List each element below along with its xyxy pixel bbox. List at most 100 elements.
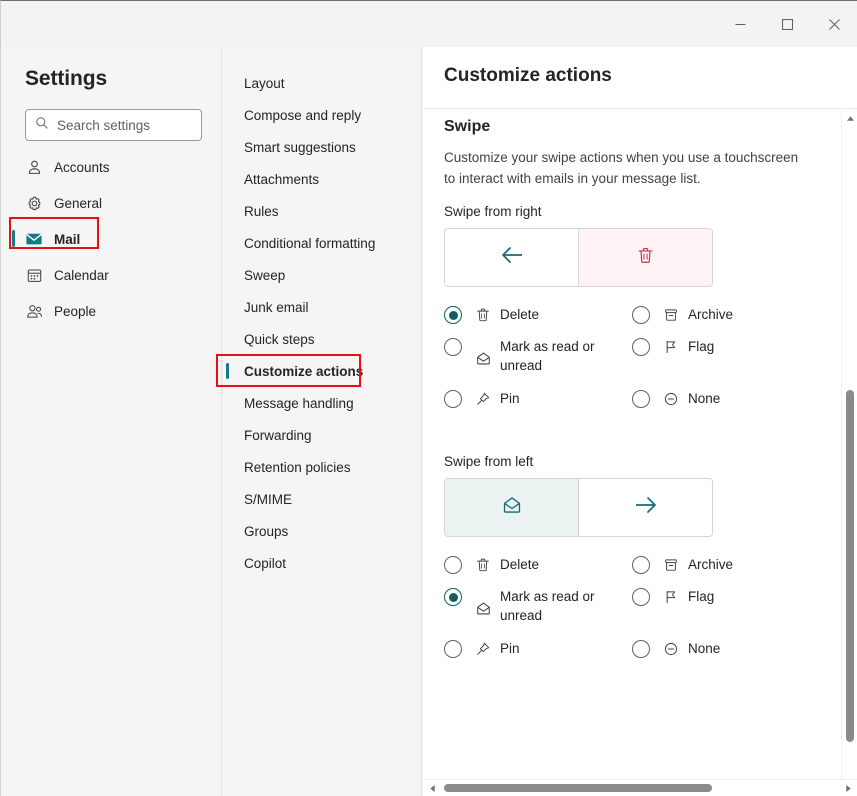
envelope-open-icon	[474, 349, 492, 367]
nav-item-junk-email[interactable]: Junk email	[231, 291, 414, 323]
radio-option-none-left[interactable]: None	[632, 639, 720, 658]
radio-label: Mark as read or unread	[500, 587, 596, 625]
nav-item-sweep[interactable]: Sweep	[231, 259, 414, 291]
radio-indicator[interactable]	[632, 306, 650, 324]
vertical-scrollbar[interactable]	[841, 110, 857, 796]
pin-icon	[474, 640, 492, 658]
swipe-preview-arrow-cell	[579, 479, 712, 536]
sidebar-item-label: Mail	[54, 232, 80, 247]
nav-item-customize-actions[interactable]: Customize actions	[231, 355, 414, 387]
sidebar-item-label: People	[54, 304, 96, 319]
nav-item-label: Message handling	[244, 396, 354, 411]
nav-item-smart-suggestions[interactable]: Smart suggestions	[231, 131, 414, 163]
flag-icon	[662, 588, 680, 606]
close-button[interactable]	[811, 1, 857, 47]
sidebar-item-mail[interactable]: Mail	[13, 223, 210, 255]
nav-item-layout[interactable]: Layout	[231, 67, 414, 99]
radio-label: Flag	[688, 587, 714, 606]
swipe-section-heading: Swipe	[444, 118, 490, 136]
radio-label: None	[688, 389, 720, 408]
nav-item-smime[interactable]: S/MIME	[231, 483, 414, 515]
nav-item-rules[interactable]: Rules	[231, 195, 414, 227]
radio-option-mark-as-read-or-unread-left[interactable]: Mark as read or unread	[444, 587, 596, 625]
radio-indicator[interactable]	[444, 390, 462, 408]
minimize-button[interactable]	[717, 1, 764, 47]
nav-item-label: Copilot	[244, 556, 286, 571]
radio-indicator[interactable]	[632, 390, 650, 408]
radio-indicator[interactable]	[632, 556, 650, 574]
nav-item-label: Quick steps	[244, 332, 315, 347]
radio-indicator[interactable]	[444, 338, 462, 356]
sidebar-item-accounts[interactable]: Accounts	[13, 151, 210, 183]
swipe-from-right-options: Delete Archive	[444, 305, 844, 415]
scroll-up-arrow[interactable]	[842, 110, 857, 127]
radio-label: Pin	[500, 639, 520, 658]
sidebar-item-label: Calendar	[54, 268, 109, 283]
swipe-from-left-preview	[444, 478, 713, 537]
main-title: Customize actions	[444, 65, 612, 87]
nav-item-conditional-formatting[interactable]: Conditional formatting	[231, 227, 414, 259]
radio-label: Mark as read or unread	[500, 337, 596, 375]
nav-item-compose-and-reply[interactable]: Compose and reply	[231, 99, 414, 131]
sidebar-item-people[interactable]: People	[13, 295, 210, 327]
person-icon	[25, 158, 43, 176]
swipe-preview-action-cell	[579, 229, 712, 286]
horizontal-scrollbar[interactable]	[423, 779, 857, 796]
nav-item-quick-steps[interactable]: Quick steps	[231, 323, 414, 355]
pin-icon	[474, 390, 492, 408]
radio-option-archive-left[interactable]: Archive	[632, 555, 733, 574]
search-icon	[35, 116, 49, 135]
sidebar-item-general[interactable]: General	[13, 187, 210, 219]
sidebar-item-label: General	[54, 196, 102, 211]
arrow-right-icon	[634, 495, 658, 520]
radio-option-mark-as-read-or-unread-right[interactable]: Mark as read or unread	[444, 337, 596, 375]
nav-item-copilot[interactable]: Copilot	[231, 547, 414, 579]
sidebar-item-calendar[interactable]: Calendar	[13, 259, 210, 291]
radio-label: Delete	[500, 555, 539, 574]
radio-indicator[interactable]	[632, 640, 650, 658]
radio-option-flag-right[interactable]: Flag	[632, 337, 714, 356]
nav-item-label: Retention policies	[244, 460, 351, 475]
radio-indicator[interactable]	[444, 306, 462, 324]
vertical-scroll-thumb[interactable]	[846, 390, 854, 742]
window-controls	[717, 1, 857, 47]
nav-item-attachments[interactable]: Attachments	[231, 163, 414, 195]
scroll-right-arrow[interactable]	[840, 780, 857, 796]
radio-option-delete-right[interactable]: Delete	[444, 305, 539, 324]
trash-icon	[636, 246, 655, 270]
gear-icon	[25, 194, 43, 212]
arrow-left-icon	[500, 245, 524, 270]
radio-indicator[interactable]	[444, 640, 462, 658]
mail-settings-list: Layout Compose and reply Smart suggestio…	[223, 67, 422, 579]
flag-icon	[662, 338, 680, 356]
radio-indicator[interactable]	[444, 588, 462, 606]
radio-label: Pin	[500, 389, 520, 408]
radio-indicator[interactable]	[444, 556, 462, 574]
radio-option-pin-right[interactable]: Pin	[444, 389, 520, 408]
nav-item-retention-policies[interactable]: Retention policies	[231, 451, 414, 483]
nav-item-label: Layout	[244, 76, 285, 91]
radio-indicator[interactable]	[632, 588, 650, 606]
horizontal-scroll-thumb[interactable]	[444, 784, 712, 792]
sidebar-item-label: Accounts	[54, 160, 110, 175]
nav-item-message-handling[interactable]: Message handling	[231, 387, 414, 419]
nav-item-label: Forwarding	[244, 428, 312, 443]
search-input[interactable]: Search settings	[25, 109, 202, 141]
maximize-button[interactable]	[764, 1, 811, 47]
nav-item-forwarding[interactable]: Forwarding	[231, 419, 414, 451]
radio-indicator[interactable]	[632, 338, 650, 356]
radio-option-none-right[interactable]: None	[632, 389, 720, 408]
nav-item-groups[interactable]: Groups	[231, 515, 414, 547]
radio-option-archive-right[interactable]: Archive	[632, 305, 733, 324]
radio-option-delete-left[interactable]: Delete	[444, 555, 539, 574]
nav-item-label: Sweep	[244, 268, 285, 283]
radio-option-flag-left[interactable]: Flag	[632, 587, 714, 606]
nav-item-label: Groups	[244, 524, 288, 539]
selection-indicator	[226, 363, 229, 379]
main-panel: Customize actions Swipe Customize your s…	[423, 47, 857, 796]
main-header: Customize actions	[423, 47, 857, 109]
scroll-left-arrow[interactable]	[424, 780, 441, 796]
nav-item-label: Smart suggestions	[244, 140, 356, 155]
radio-option-pin-left[interactable]: Pin	[444, 639, 520, 658]
title-bar	[1, 1, 857, 47]
